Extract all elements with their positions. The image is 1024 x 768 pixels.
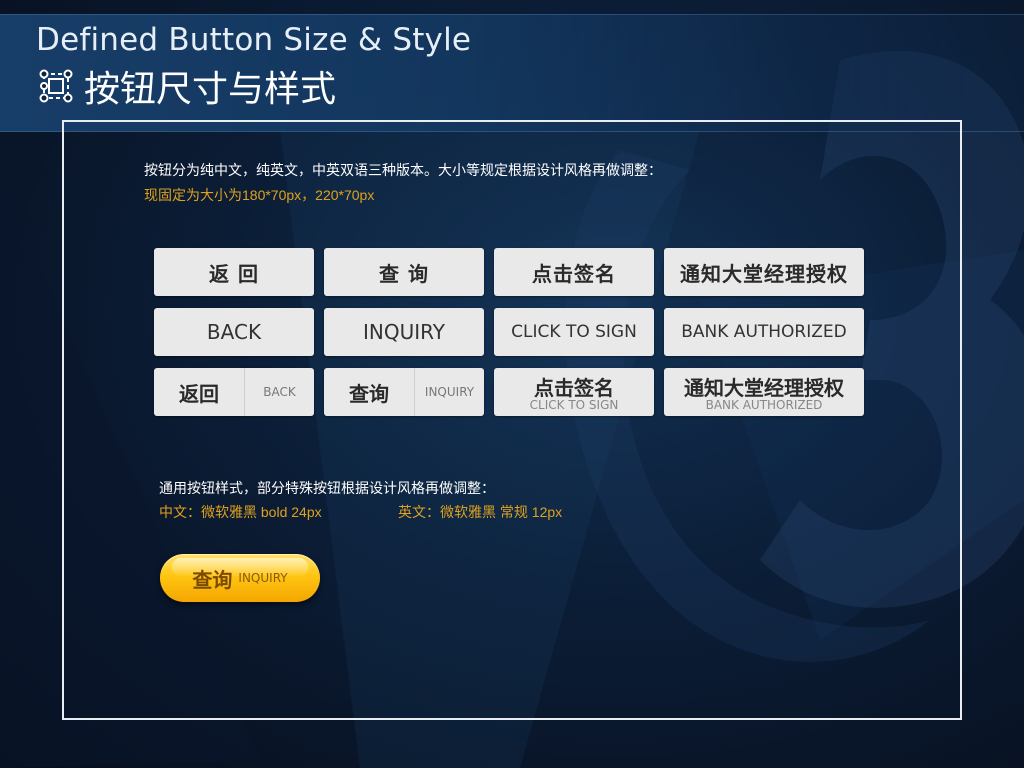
button-label-en: INQUIRY <box>424 385 475 399</box>
inquiry-button-cn[interactable]: 查 询 <box>324 248 484 296</box>
button-label-cn: 返回 <box>154 368 245 416</box>
button-label-cn: 查询 <box>192 567 233 592</box>
content-frame <box>62 120 962 720</box>
back-button-cn[interactable]: 返 回 <box>154 248 314 296</box>
en-font-spec: 英文：微软雅黑 常规 12px <box>398 504 563 520</box>
sample-inquiry-button[interactable]: 查询 INQUIRY <box>160 554 320 602</box>
size-note: 现固定为大小为180*70px，220*70px <box>144 187 375 203</box>
inquiry-button-bilingual[interactable]: 查询 INQUIRY <box>324 368 484 416</box>
page-title-en: Defined Button Size & Style <box>36 22 472 58</box>
cn-font-spec: 中文：微软雅黑 bold 24px <box>159 504 322 520</box>
bank-authorized-button-cn[interactable]: 通知大堂经理授权 <box>664 248 864 296</box>
button-label-cn: 点击签名 <box>534 376 614 400</box>
page-title-cn: 按钮尺寸与样式 <box>84 69 337 110</box>
button-label-cn: 通知大堂经理授权 <box>684 376 844 400</box>
button-label-en: BANK AUTHORIZED <box>705 398 823 412</box>
click-to-sign-button-en[interactable]: CLICK TO SIGN <box>494 308 654 356</box>
inquiry-button-en[interactable]: INQUIRY <box>324 308 484 356</box>
button-label-en: BACK <box>263 385 296 399</box>
selection-box-icon <box>39 69 73 103</box>
style-note: 通用按钮样式，部分特殊按钮根据设计风格再做调整： <box>159 480 495 496</box>
back-button-en[interactable]: BACK <box>154 308 314 356</box>
description-text: 按钮分为纯中文，纯英文，中英双语三种版本。大小等规定根据设计风格再做调整： <box>144 162 662 178</box>
click-to-sign-button-cn[interactable]: 点击签名 <box>494 248 654 296</box>
page-title: 按钮尺寸与样式 <box>38 64 336 110</box>
back-button-bilingual[interactable]: 返回 BACK <box>154 368 314 416</box>
button-label-cn: 查询 <box>324 368 415 416</box>
bank-authorized-button-bilingual[interactable]: 通知大堂经理授权 BANK AUTHORIZED <box>664 368 864 416</box>
button-label-en: INQUIRY <box>238 571 288 585</box>
button-label-en: CLICK TO SIGN <box>529 398 619 412</box>
click-to-sign-button-bilingual[interactable]: 点击签名 CLICK TO SIGN <box>494 368 654 416</box>
bank-authorized-button-en[interactable]: BANK AUTHORIZED <box>664 308 864 356</box>
